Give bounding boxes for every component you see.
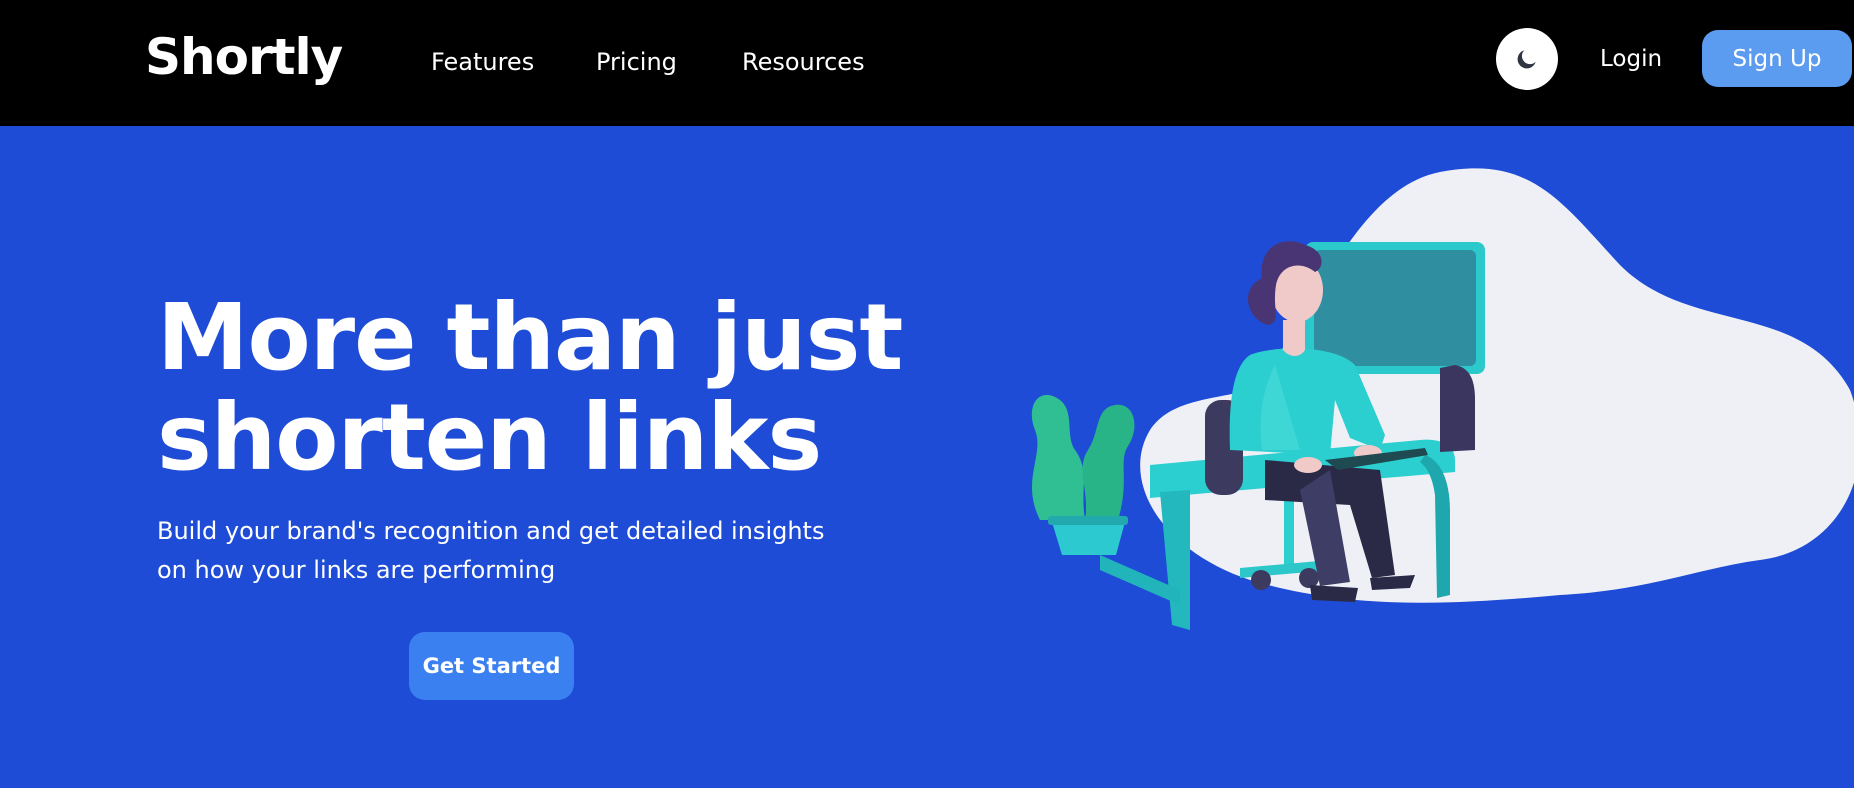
navbar: Shortly Features Pricing Resources Login…: [0, 0, 1854, 126]
hero-title: More than just shorten links: [157, 284, 903, 491]
nav-link-pricing[interactable]: Pricing: [596, 48, 677, 76]
plant: [1031, 394, 1135, 555]
moon-icon: [1517, 50, 1536, 69]
signup-button[interactable]: Sign Up: [1702, 30, 1852, 87]
nav-link-features[interactable]: Features: [431, 48, 534, 76]
get-started-button[interactable]: Get Started: [409, 632, 574, 700]
brand-logo[interactable]: Shortly: [145, 28, 343, 86]
hero-illustration: [1031, 168, 1854, 630]
theme-toggle-button[interactable]: [1496, 28, 1558, 90]
nav-link-resources[interactable]: Resources: [742, 48, 865, 76]
login-link[interactable]: Login: [1600, 46, 1662, 72]
hero-subtitle: Build your brand's recognition and get d…: [157, 517, 825, 584]
